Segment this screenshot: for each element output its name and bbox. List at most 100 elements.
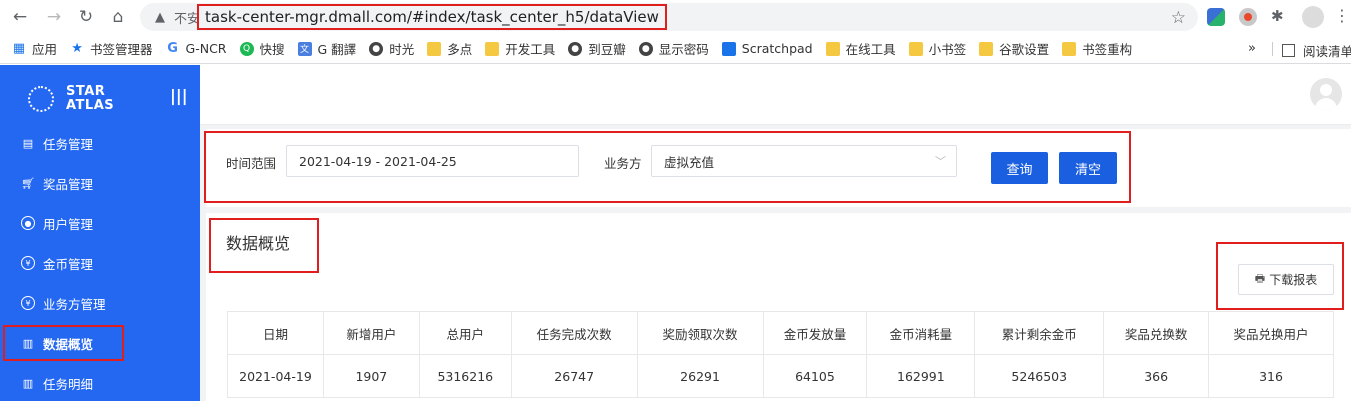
bookmark-shiguang[interactable]: ● 时光 — [369, 39, 414, 58]
table-cell: 64105 — [762, 354, 868, 398]
globe-icon: ● — [638, 41, 653, 56]
bookmarks-bar: ▦ 应用 ★ 书签管理器 G G-NCR Q 快搜 文G 翻譯 ● 时光 多点 开发工具 … — [0, 34, 1351, 64]
warning-icon: ▲ — [155, 9, 165, 25]
table-cell: 26291 — [636, 354, 764, 398]
bookmark-star-icon[interactable]: ☆ — [1171, 8, 1186, 28]
folder-icon — [979, 41, 994, 56]
list-icon: ▤ — [22, 136, 34, 150]
bookmark-duodian[interactable]: 多点 — [427, 39, 472, 58]
bookmark-devtools[interactable]: 开发工具 — [485, 39, 555, 58]
printer-icon: 🖶 — [1254, 272, 1266, 285]
app-logo: STAR ATLAS — [28, 85, 114, 113]
table-cell: 162991 — [866, 354, 976, 398]
data-table: 日期 新增用户 总用户 任务完成次数 奖励领取次数 金币发放量 金币消耗量 累计… — [227, 311, 1334, 398]
bookmark-chrome-settings[interactable]: 谷歌设置 — [979, 39, 1049, 58]
column-header: 累计剩余金币 — [974, 311, 1105, 355]
yen-icon: ¥ — [21, 256, 35, 270]
folder-icon — [825, 41, 840, 56]
bookmark-manager[interactable]: ★ 书签管理器 — [70, 39, 152, 58]
star-icon: ★ — [71, 41, 83, 56]
browser-menu-icon[interactable]: ⋮ — [1334, 6, 1350, 25]
reading-list-button[interactable]: 阅读清单 — [1282, 41, 1351, 60]
user-icon: ● — [21, 216, 35, 230]
column-header: 奖励领取次数 — [636, 311, 764, 355]
column-header: 金币发放量 — [762, 311, 868, 355]
reading-list-icon — [1282, 44, 1295, 57]
sidebar-item-task-management[interactable]: ▤ 任务管理 — [0, 123, 200, 163]
extension-icon[interactable] — [1207, 8, 1225, 26]
table-cell: 5316216 — [418, 354, 512, 398]
folder-icon — [1062, 41, 1077, 56]
sidebar-item-prize-management[interactable]: 🛒︎ 奖品管理 — [0, 163, 200, 203]
globe-icon: ● — [369, 41, 384, 56]
translate-icon: 文 — [297, 41, 312, 56]
cart-icon: 🛒︎ — [21, 176, 35, 190]
folder-icon — [485, 41, 500, 56]
bookmark-translate[interactable]: 文G 翻譯 — [297, 39, 356, 58]
query-button[interactable]: 查询 — [991, 152, 1048, 184]
download-report-button[interactable]: 🖶 下载报表 — [1238, 264, 1334, 295]
table-cell: 26747 — [510, 354, 638, 398]
bookmark-gncr[interactable]: G G-NCR — [166, 41, 226, 56]
bookmark-show-password[interactable]: ● 显示密码 — [638, 39, 709, 58]
app-header — [200, 65, 1351, 125]
sidebar-item-user-management[interactable]: ● 用户管理 — [0, 203, 200, 243]
reload-icon[interactable]: ↻ — [72, 3, 100, 31]
column-header: 奖品兑换用户 — [1208, 311, 1334, 355]
bookmarks-divider — [1272, 42, 1273, 56]
bookmark-apps[interactable]: ▦ 应用 — [12, 39, 57, 58]
bookmark-restructure[interactable]: 书签重构 — [1062, 39, 1132, 58]
bookmark-kuaisou[interactable]: Q 快搜 — [239, 39, 285, 58]
back-icon[interactable]: ← — [6, 3, 34, 31]
yen-icon: ¥ — [21, 296, 35, 310]
bookmark-bookmarklets[interactable]: 小书签 — [908, 39, 966, 58]
date-range-input[interactable]: 2021-04-19 - 2021-04-25 — [286, 145, 579, 177]
forward-icon[interactable]: → — [40, 3, 68, 31]
sidebar-item-business-management[interactable]: ¥ 业务方管理 — [0, 283, 200, 323]
bookmarks-more-button[interactable]: » — [1248, 41, 1256, 56]
bookmark-douban[interactable]: ● 到豆瓣 — [568, 39, 626, 58]
sidebar-item-data-overview[interactable]: ▥ 数据概览 — [3, 325, 124, 361]
bookmark-scratchpad[interactable]: Scratchpad — [721, 41, 813, 56]
profile-avatar[interactable] — [1302, 6, 1324, 28]
time-range-label: 时间范围 — [226, 156, 277, 171]
business-label: 业务方 — [604, 156, 642, 171]
browser-toolbar: ← → ↻ ⌂ ▲ 不安全 task-center-mgr.dmall.com/… — [0, 0, 1351, 34]
url-text[interactable]: task-center-mgr.dmall.com/#index/task_ce… — [197, 4, 667, 30]
record-extension-icon[interactable] — [1239, 8, 1257, 26]
page-title: 数据概览 — [226, 234, 291, 253]
apps-grid-icon: ▦ — [12, 41, 26, 56]
table-cell: 1907 — [322, 354, 420, 398]
kuaisou-icon: Q — [239, 41, 254, 56]
bookmark-online-tools[interactable]: 在线工具 — [825, 39, 896, 58]
bar-chart-icon: ▥ — [22, 376, 34, 390]
column-header: 日期 — [227, 311, 324, 355]
sidebar-item-task-details[interactable]: ▥ 任务明细 — [0, 363, 200, 403]
column-header: 新增用户 — [322, 311, 420, 355]
collapse-menu-icon[interactable]: ||| — [170, 86, 188, 105]
clear-button[interactable]: 清空 — [1059, 152, 1117, 184]
user-avatar[interactable] — [1310, 78, 1342, 110]
chevron-down-icon: ﹀ — [935, 155, 946, 168]
business-select[interactable]: 虚拟充值 ﹀ — [651, 145, 957, 177]
table-header-row: 日期 新增用户 总用户 任务完成次数 奖励领取次数 金币发放量 金币消耗量 累计… — [227, 311, 1334, 355]
puzzle-icon[interactable]: ✱ — [1271, 7, 1289, 25]
logo-text-line2: ATLAS — [66, 98, 115, 113]
table-cell: 2021-04-19 — [227, 354, 324, 398]
google-icon: G — [167, 41, 178, 56]
sidebar: STAR ATLAS ||| ▤ 任务管理 🛒︎ 奖品管理 ● 用户管理 ¥ 金… — [0, 65, 200, 401]
column-header: 总用户 — [418, 311, 512, 355]
column-header: 任务完成次数 — [510, 311, 638, 355]
folder-icon — [908, 41, 923, 56]
home-icon[interactable]: ⌂ — [104, 3, 132, 31]
logo-text-line1: STAR — [66, 84, 106, 99]
business-select-value: 虚拟充值 — [664, 154, 715, 170]
column-header: 金币消耗量 — [866, 311, 976, 355]
folder-icon — [427, 41, 442, 56]
table-row: 2021-04-19 1907 5316216 26747 26291 6410… — [227, 354, 1334, 398]
globe-icon: ● — [568, 41, 583, 56]
document-icon — [721, 41, 736, 56]
bar-chart-icon: ▥ — [22, 336, 34, 350]
sidebar-item-coin-management[interactable]: ¥ 金币管理 — [0, 243, 200, 283]
address-bar[interactable]: ▲ 不安全 task-center-mgr.dmall.com/#index/t… — [140, 3, 1198, 31]
